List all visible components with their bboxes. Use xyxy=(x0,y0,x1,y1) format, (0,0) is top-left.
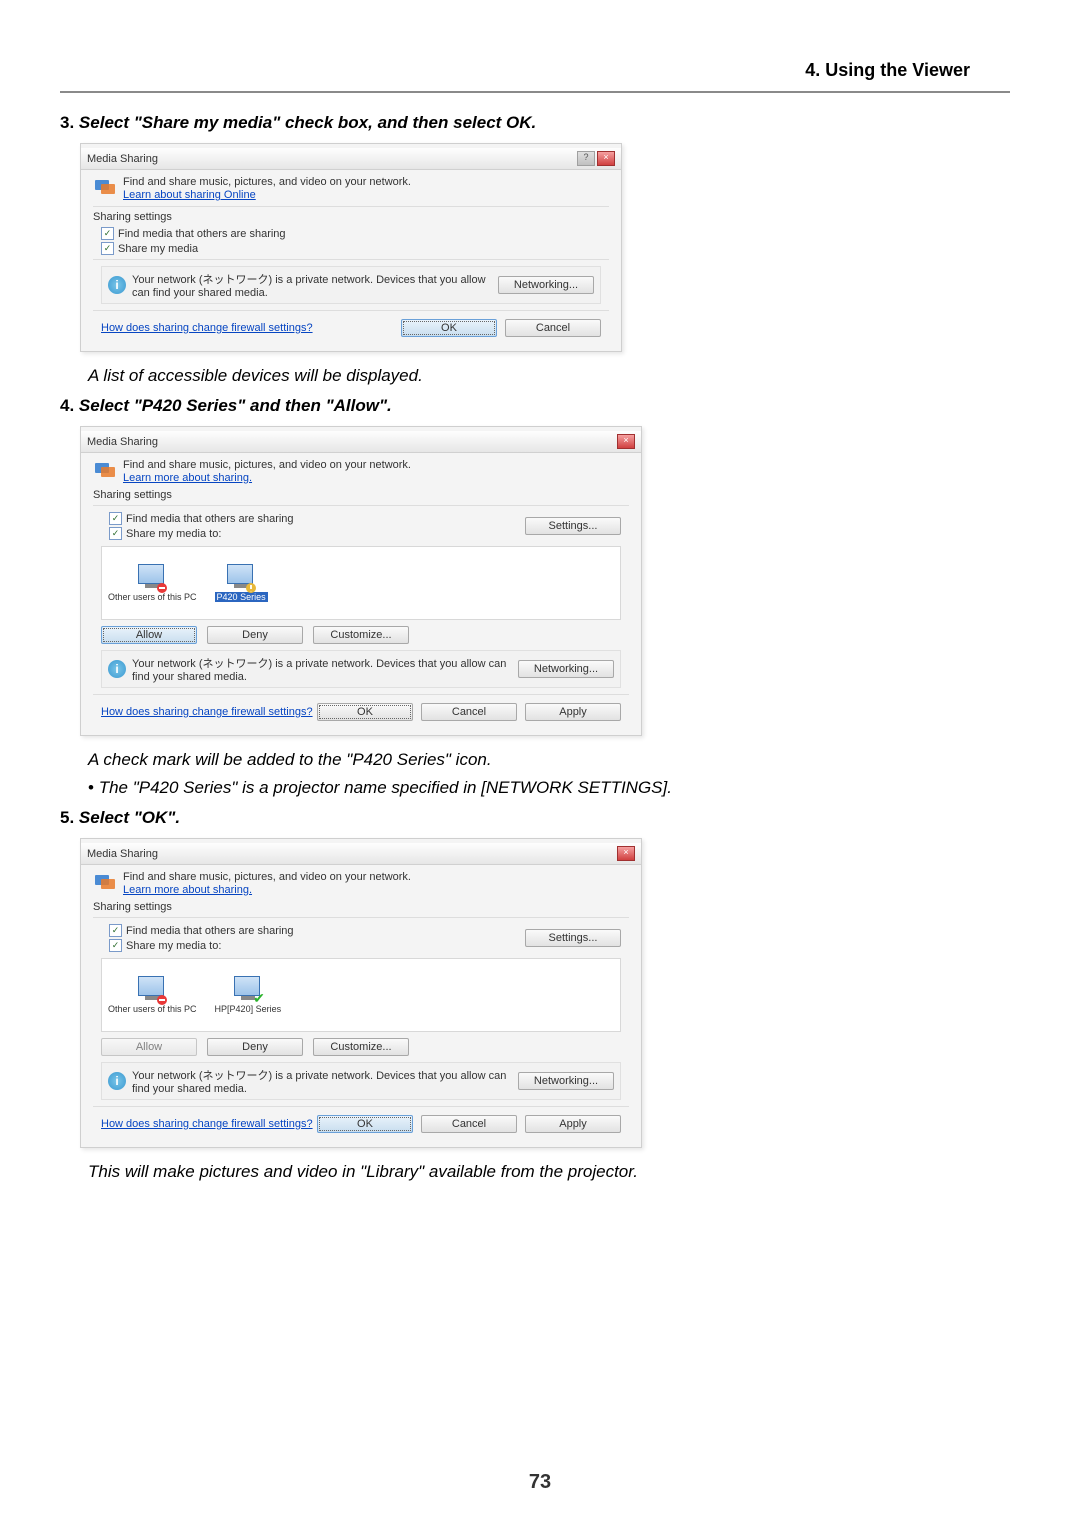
find-media-label: Find media that others are sharing xyxy=(118,228,286,240)
header-divider xyxy=(60,91,1010,93)
learn-link[interactable]: Learn more about sharing. xyxy=(123,884,252,896)
networking-button[interactable]: Networking... xyxy=(518,1072,614,1090)
apply-button[interactable]: Apply xyxy=(525,1115,621,1133)
share-media-to-label: Share my media to: xyxy=(126,528,221,540)
dialog-share-text: Find and share music, pictures, and vide… xyxy=(123,871,411,883)
sharing-settings-label: Sharing settings xyxy=(93,211,609,223)
device-p420-selected[interactable]: P420 Series xyxy=(215,564,268,602)
step-4-number: 4. xyxy=(60,396,74,415)
close-icon[interactable]: × xyxy=(617,846,635,861)
firewall-link[interactable]: How does sharing change firewall setting… xyxy=(101,706,313,718)
apply-button[interactable]: Apply xyxy=(525,703,621,721)
close-icon[interactable]: × xyxy=(617,434,635,449)
share-media-to-label: Share my media to: xyxy=(126,940,221,952)
learn-link[interactable]: Learn more about sharing. xyxy=(123,472,252,484)
network-info-text: Your network (ネットワーク) is a private netwo… xyxy=(132,655,512,683)
dialog-title: Media Sharing xyxy=(87,153,158,165)
step-3-number: 3. xyxy=(60,113,74,132)
step-4: 4. Select "P420 Series" and then "Allow"… xyxy=(60,396,1010,416)
firewall-link[interactable]: How does sharing change firewall setting… xyxy=(101,1118,313,1130)
dialog-title: Media Sharing xyxy=(87,436,158,448)
dialog-screenshot-3: Media Sharing × Find and share music, pi… xyxy=(80,838,642,1148)
dialog-screenshot-1: Media Sharing ? × Find and share music, … xyxy=(80,143,622,352)
device-p420[interactable]: ✔ HP[P420] Series xyxy=(215,976,282,1014)
step-4-result: A check mark will be added to the "P420 … xyxy=(88,750,1010,770)
networking-button[interactable]: Networking... xyxy=(518,660,614,678)
close-icon[interactable]: × xyxy=(597,151,615,166)
sharing-settings-label: Sharing settings xyxy=(93,489,629,501)
step-5-text: Select "OK". xyxy=(79,808,180,827)
section-header: 4. Using the Viewer xyxy=(60,60,1010,81)
device-p420-label: HP[P420] Series xyxy=(215,1004,282,1014)
step-4-bullet: The "P420 Series" is a projector name sp… xyxy=(88,778,1010,798)
step-3-result: A list of accessible devices will be dis… xyxy=(88,366,1010,386)
deny-button[interactable]: Deny xyxy=(207,626,303,644)
share-media-label: Share my media xyxy=(118,243,198,255)
find-media-checkbox[interactable]: ✓ xyxy=(109,512,122,525)
share-media-to-checkbox[interactable]: ✓ xyxy=(109,939,122,952)
dialog-title: Media Sharing xyxy=(87,848,158,860)
ok-button[interactable]: OK xyxy=(317,703,413,721)
cancel-button[interactable]: Cancel xyxy=(421,1115,517,1133)
help-icon[interactable]: ? xyxy=(577,151,595,166)
page-number: 73 xyxy=(0,1471,1080,1494)
dialog-titlebar: Media Sharing × xyxy=(81,843,641,865)
device-this-pc-label: Other users of this PC xyxy=(108,592,197,602)
customize-button[interactable]: Customize... xyxy=(313,626,409,644)
step-3-text: Select "Share my media" check box, and t… xyxy=(79,113,536,132)
device-this-pc[interactable]: Other users of this PC xyxy=(108,564,197,602)
step-3: 3. Select "Share my media" check box, an… xyxy=(60,113,1010,133)
device-this-pc[interactable]: Other users of this PC xyxy=(108,976,197,1014)
step-5: 5. Select "OK". xyxy=(60,808,1010,828)
sharing-settings-label: Sharing settings xyxy=(93,901,629,913)
cancel-button[interactable]: Cancel xyxy=(505,319,601,337)
dialog-share-text: Find and share music, pictures, and vide… xyxy=(123,459,411,471)
step-4-text: Select "P420 Series" and then "Allow". xyxy=(79,396,392,415)
ok-button[interactable]: OK xyxy=(401,319,497,337)
info-icon: i xyxy=(108,660,126,678)
media-sharing-icon xyxy=(93,459,117,481)
device-this-pc-label: Other users of this PC xyxy=(108,1004,197,1014)
settings-button[interactable]: Settings... xyxy=(525,517,621,535)
step-5-result: This will make pictures and video in "Li… xyxy=(88,1162,1010,1182)
check-icon: ✔ xyxy=(253,990,265,1007)
device-p420-label: P420 Series xyxy=(215,592,268,602)
ok-button[interactable]: OK xyxy=(317,1115,413,1133)
step-5-number: 5. xyxy=(60,808,74,827)
networking-button[interactable]: Networking... xyxy=(498,276,594,294)
find-media-checkbox[interactable]: ✓ xyxy=(101,227,114,240)
dialog-share-text: Find and share music, pictures, and vide… xyxy=(123,176,411,188)
dialog-titlebar: Media Sharing ? × xyxy=(81,148,621,170)
settings-button[interactable]: Settings... xyxy=(525,929,621,947)
deny-button[interactable]: Deny xyxy=(207,1038,303,1056)
allow-button[interactable]: Allow xyxy=(101,626,197,644)
dialog-titlebar: Media Sharing × xyxy=(81,431,641,453)
media-sharing-icon xyxy=(93,871,117,893)
find-media-label: Find media that others are sharing xyxy=(126,925,294,937)
network-info-text: Your network (ネットワーク) is a private netwo… xyxy=(132,1067,512,1095)
find-media-label: Find media that others are sharing xyxy=(126,513,294,525)
find-media-checkbox[interactable]: ✓ xyxy=(109,924,122,937)
dialog-screenshot-2: Media Sharing × Find and share music, pi… xyxy=(80,426,642,736)
share-media-checkbox[interactable]: ✓ xyxy=(101,242,114,255)
info-icon: i xyxy=(108,276,126,294)
allow-button-disabled: Allow xyxy=(101,1038,197,1056)
firewall-link[interactable]: How does sharing change firewall setting… xyxy=(101,322,313,334)
info-icon: i xyxy=(108,1072,126,1090)
share-media-to-checkbox[interactable]: ✓ xyxy=(109,527,122,540)
cancel-button[interactable]: Cancel xyxy=(421,703,517,721)
learn-link[interactable]: Learn about sharing Online xyxy=(123,189,256,201)
customize-button[interactable]: Customize... xyxy=(313,1038,409,1056)
network-info-text: Your network (ネットワーク) is a private netwo… xyxy=(132,271,492,299)
media-sharing-icon xyxy=(93,176,117,198)
